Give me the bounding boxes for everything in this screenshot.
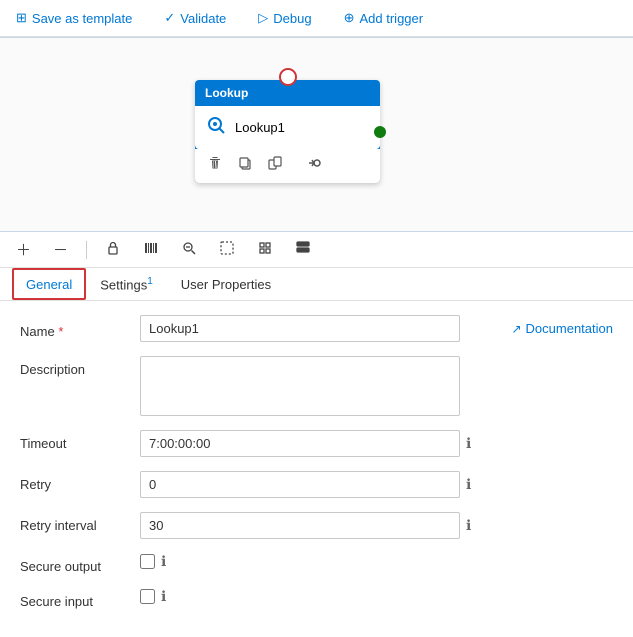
zoom-out-button[interactable]: －	[49, 237, 72, 262]
description-input[interactable]	[140, 356, 460, 416]
tab-user-properties[interactable]: User Properties	[167, 268, 285, 300]
timeout-input[interactable]	[140, 430, 460, 457]
secure-input-info-icon[interactable]: ℹ	[161, 588, 166, 605]
main-toolbar: ⊞ Save as template ✓ Validate ▷ Debug ⊕ …	[0, 0, 633, 37]
name-label: Name *	[20, 318, 140, 339]
retry-label: Retry	[20, 471, 140, 492]
secure-input-checkbox[interactable]	[140, 589, 155, 604]
secure-input-label: Secure input	[20, 588, 140, 609]
secure-output-label: Secure output	[20, 553, 140, 574]
debug-button[interactable]: ▷ Debug	[252, 6, 317, 30]
description-row: Description	[20, 356, 613, 416]
debug-label: Debug	[273, 11, 311, 26]
retry-interval-input-wrap: ℹ	[140, 512, 613, 539]
lookup-node[interactable]: Lookup Lookup1	[195, 80, 380, 183]
retry-input[interactable]	[140, 471, 460, 498]
timeout-row: Timeout ℹ	[20, 430, 613, 457]
timeout-input-wrap: ℹ	[140, 430, 613, 457]
node-copy-button[interactable]	[233, 153, 257, 177]
description-label: Description	[20, 356, 140, 377]
secure-output-row: Secure output ℹ	[20, 553, 613, 574]
node-title: Lookup1	[235, 120, 285, 135]
node-duplicate-button[interactable]	[263, 153, 287, 177]
name-row: Name * ↗ Documentation	[20, 315, 613, 342]
canvas-tools: ＋ －	[0, 232, 633, 268]
add-trigger-button[interactable]: ⊕ Add trigger	[338, 6, 430, 30]
description-input-wrap	[140, 356, 613, 416]
tab-settings-badge: 1	[147, 276, 153, 287]
name-input-wrap	[140, 315, 495, 342]
node-connect-button[interactable]	[301, 153, 325, 177]
select-button[interactable]	[215, 238, 239, 262]
documentation-label: Documentation	[526, 321, 613, 336]
tabs-bar: General Settings1 User Properties	[0, 268, 633, 301]
barcode-button[interactable]	[139, 238, 163, 262]
add-trigger-icon: ⊕	[344, 10, 355, 26]
tab-general-label: General	[26, 277, 72, 292]
lock-button[interactable]	[101, 238, 125, 262]
tab-general[interactable]: General	[12, 268, 86, 300]
node-lookup-icon	[205, 114, 227, 141]
documentation-link[interactable]: ↗ Documentation	[495, 321, 613, 336]
retry-input-wrap: ℹ	[140, 471, 613, 498]
validate-label: Validate	[180, 11, 226, 26]
save-template-icon: ⊞	[16, 10, 27, 26]
tool-divider-1	[86, 241, 87, 259]
debug-icon: ▷	[258, 10, 268, 26]
timeout-info-icon[interactable]: ℹ	[466, 435, 471, 452]
node-card: Lookup Lookup1	[195, 80, 380, 183]
retry-interval-input[interactable]	[140, 512, 460, 539]
retry-row: Retry ℹ	[20, 471, 613, 498]
secure-output-checkbox[interactable]	[140, 554, 155, 569]
retry-interval-row: Retry interval ℹ	[20, 512, 613, 539]
fit-zoom-button[interactable]	[177, 238, 201, 262]
tab-user-properties-label: User Properties	[181, 277, 271, 292]
node-actions	[195, 149, 380, 183]
retry-info-icon[interactable]: ℹ	[466, 476, 471, 493]
resize-button[interactable]	[253, 238, 277, 262]
validate-icon: ✓	[164, 10, 175, 26]
zoom-in-button[interactable]: ＋	[12, 237, 35, 262]
secure-output-input-wrap: ℹ	[140, 553, 613, 570]
node-delete-button[interactable]	[203, 153, 227, 177]
layers-button[interactable]	[291, 238, 315, 262]
node-error-indicator	[279, 68, 297, 86]
validate-button[interactable]: ✓ Validate	[158, 6, 232, 30]
canvas[interactable]: Lookup Lookup1	[0, 37, 633, 232]
secure-input-row: Secure input ℹ	[20, 588, 613, 609]
required-indicator: *	[58, 324, 63, 339]
properties-panel: Name * ↗ Documentation Description Timeo…	[0, 301, 633, 637]
save-template-button[interactable]: ⊞ Save as template	[10, 6, 138, 30]
tab-settings-label: Settings	[100, 277, 147, 292]
external-link-icon: ↗	[511, 322, 521, 336]
node-status-dot	[374, 126, 386, 138]
secure-output-info-icon[interactable]: ℹ	[161, 553, 166, 570]
secure-input-input-wrap: ℹ	[140, 588, 613, 605]
timeout-label: Timeout	[20, 430, 140, 451]
save-template-label: Save as template	[32, 11, 132, 26]
retry-interval-label: Retry interval	[20, 512, 140, 533]
add-trigger-label: Add trigger	[360, 11, 424, 26]
name-input[interactable]	[140, 315, 460, 342]
tab-settings[interactable]: Settings1	[86, 268, 167, 300]
node-body: Lookup1	[195, 106, 380, 149]
retry-interval-info-icon[interactable]: ℹ	[466, 517, 471, 534]
